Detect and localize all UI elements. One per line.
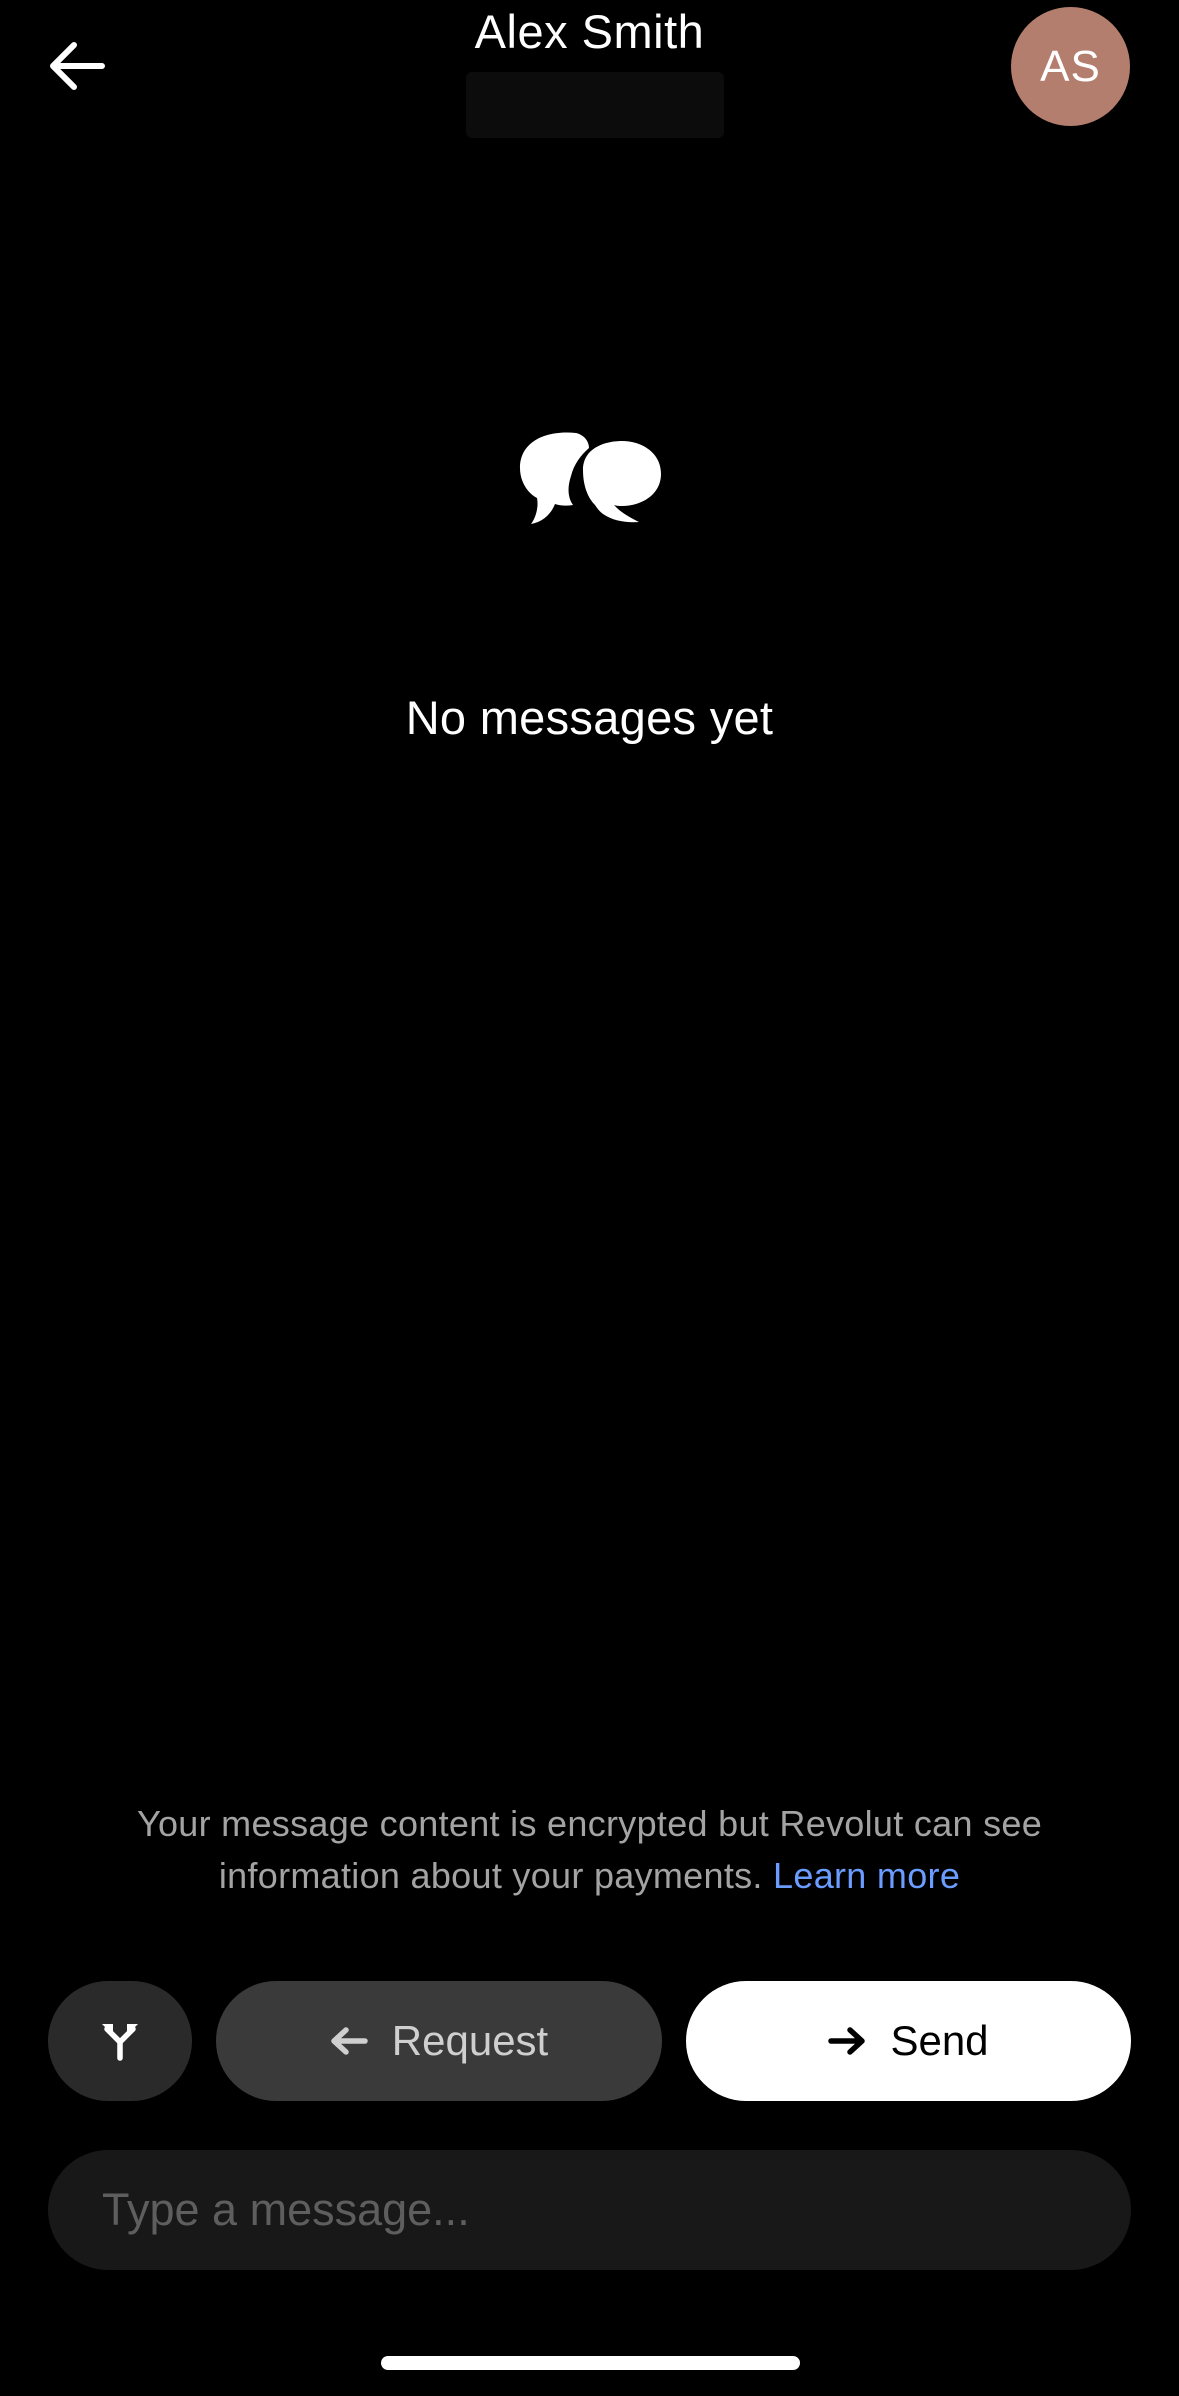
arrow-right-icon	[828, 2027, 866, 2055]
learn-more-link[interactable]: Learn more	[773, 1855, 960, 1896]
request-button[interactable]: Request	[216, 1981, 662, 2101]
arrow-left-icon	[331, 2027, 368, 2055]
home-indicator[interactable]	[381, 2356, 800, 2370]
redacted-subtitle	[466, 72, 724, 138]
encryption-notice: Your message content is encrypted but Re…	[90, 1798, 1089, 1902]
avatar-initials: AS	[1040, 41, 1101, 91]
send-button[interactable]: Send	[686, 1981, 1131, 2101]
contact-name: Alex Smith	[474, 5, 705, 58]
split-icon	[102, 2024, 138, 2061]
empty-state-text: No messages yet	[405, 691, 774, 744]
speech-bubbles-icon	[520, 432, 661, 524]
action-bar: Request Send	[0, 1981, 1179, 2101]
message-input[interactable]	[48, 2150, 1131, 2270]
send-label: Send	[890, 2017, 989, 2064]
avatar[interactable]: AS	[1011, 7, 1130, 126]
split-button[interactable]	[48, 1981, 192, 2101]
request-label: Request	[391, 2017, 549, 2064]
